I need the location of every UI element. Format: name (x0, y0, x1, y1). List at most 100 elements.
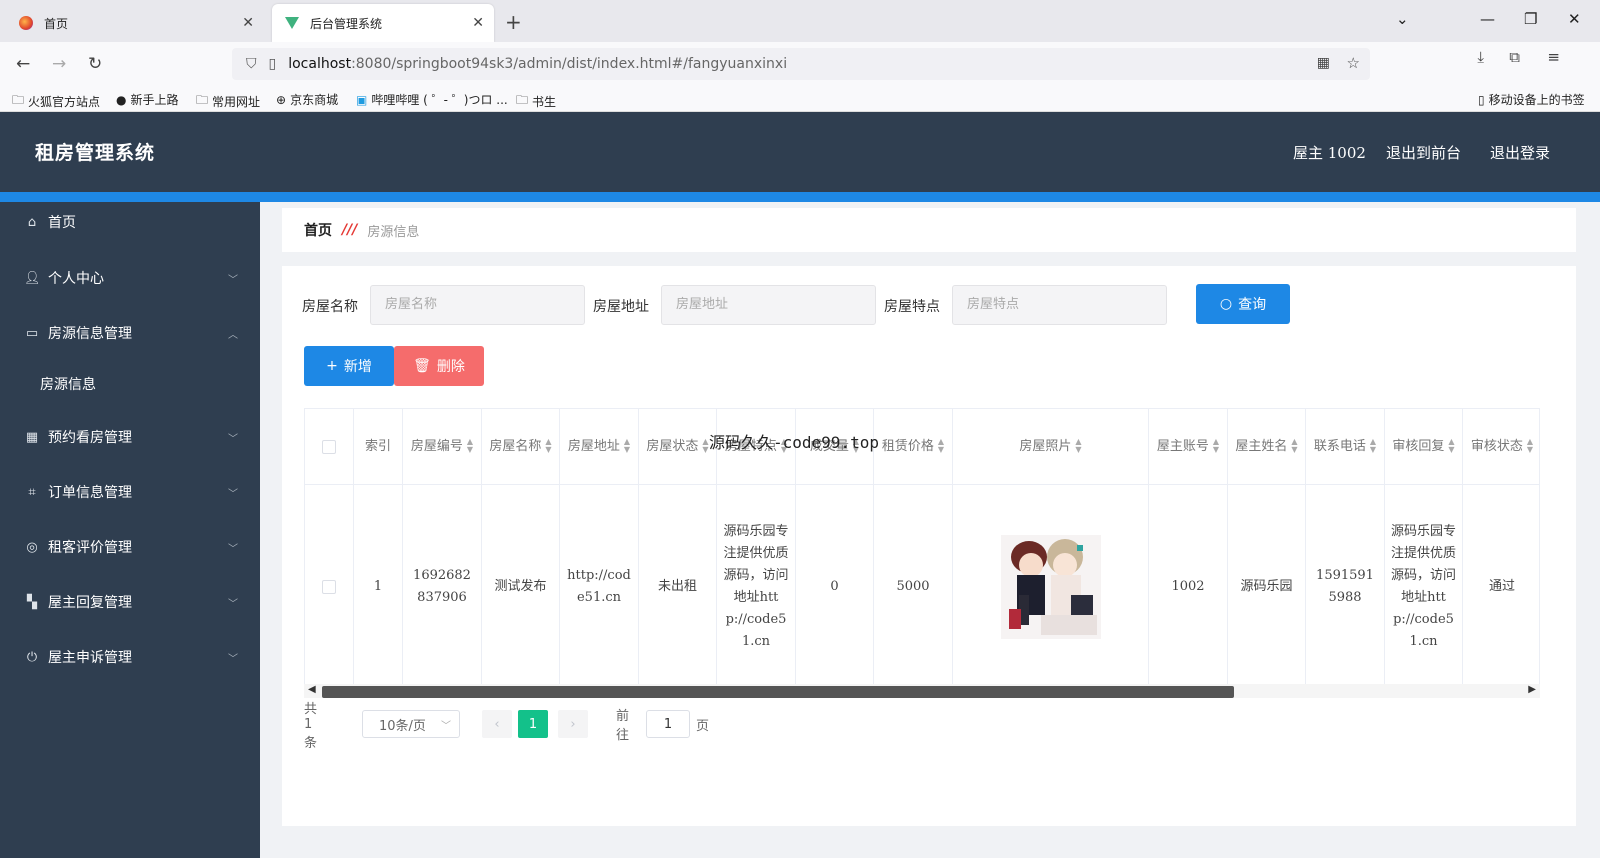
scroll-right-icon[interactable]: ▶ (1528, 684, 1536, 695)
chevron-down-icon: ﹀ (228, 653, 238, 665)
folder-icon: 🗀 (516, 93, 529, 107)
sidebar-item-house-info-management[interactable]: ▭ 房源信息管理 ︿ (0, 313, 260, 353)
browser-navbar: ← → ↻ ⛉ ▯ localhost :8080/springboot94sk… (0, 42, 1600, 86)
vue-icon (284, 15, 300, 31)
back-icon[interactable]: ← (16, 54, 30, 74)
menu-icon[interactable]: ≡ (1547, 48, 1560, 66)
exit-to-front-link[interactable]: 退出到前台 (1386, 142, 1461, 163)
table-cell-phone: 15915915988 (1306, 485, 1385, 687)
prev-page-button[interactable]: ‹ (482, 710, 512, 738)
sidebar-item-owner-replies[interactable]: ▚ 屋主回复管理 ﹀ (0, 582, 260, 622)
monitor-icon: ▭ (25, 325, 39, 341)
table-cell-house-name: 测试发布 (482, 485, 560, 687)
table-cell-review-status: 通过 (1463, 485, 1539, 687)
sort-icon: ▲ ▼ (545, 437, 552, 454)
download-icon[interactable]: ⤓ (1477, 48, 1484, 66)
firefox-icon: ● (116, 92, 127, 107)
folder-icon: 🗀 (196, 93, 209, 107)
column-header[interactable]: 房屋照片 ▲ ▼ (953, 409, 1149, 485)
bookmark-item[interactable]: ● 新手上路 (116, 91, 179, 108)
page-number-button[interactable]: 1 (518, 710, 548, 738)
browser-tabbar: 首页 ✕ 后台管理系统 ✕ + ⌄ — ❐ ✕ (0, 0, 1600, 42)
scroll-left-icon[interactable]: ◀ (308, 684, 316, 695)
chevron-left-icon: ‹ (494, 716, 500, 732)
logout-link[interactable]: 退出登录 (1490, 142, 1550, 163)
pagination-total: 共 1 条 (304, 701, 318, 751)
column-header[interactable]: 联系电话 ▲ ▼ (1306, 409, 1385, 485)
breadcrumb-current: 房源信息 (367, 224, 420, 240)
restore-icon[interactable]: ❐ (1524, 10, 1537, 28)
column-header[interactable]: 审核状态 ▲ ▼ (1463, 409, 1539, 485)
sort-icon: ▲ ▼ (702, 437, 709, 454)
select-all-checkbox[interactable] (322, 439, 336, 454)
house-name-input[interactable]: 房屋名称 (370, 285, 585, 325)
app-header: 租房管理系统 屋主 1002 退出到前台 退出登录 (0, 112, 1600, 192)
url-path: :8080/springboot94sk3/admin/dist/index.h… (351, 56, 788, 72)
search-icon: ○ (1219, 296, 1233, 312)
scrollbar-thumb[interactable] (322, 686, 1234, 698)
new-tab-icon[interactable]: + (505, 10, 522, 34)
bookmark-item[interactable]: 🗀 书生 (516, 91, 556, 112)
bookmark-item[interactable]: 🗀 火狐官方站点 (12, 91, 100, 112)
close-tab-icon[interactable]: ✕ (242, 15, 254, 31)
sidebar-item-tenant-reviews[interactable]: ◎ 租客评价管理 ﹀ (0, 527, 260, 567)
chevron-down-icon: ﹀ (228, 274, 238, 286)
sidebar-item-home[interactable]: ⌂ 首页 (0, 202, 260, 242)
column-header[interactable]: 房屋编号 ▲ ▼ (403, 409, 482, 485)
table-horizontal-scrollbar[interactable]: ◀ ▶ (304, 684, 1540, 698)
goto-page-input[interactable]: 1 (646, 710, 690, 738)
current-user: 屋主 1002 (1293, 144, 1366, 162)
forward-icon[interactable]: → (52, 54, 66, 74)
delete-button[interactable]: 🗑︎ 删除 (394, 346, 484, 386)
column-header[interactable]: 租赁价格 ▲ ▼ (874, 409, 953, 485)
sidebar-item-viewing-appointments[interactable]: ▦ 预约看房管理 ﹀ (0, 417, 260, 457)
house-address-input[interactable]: 房屋地址 (661, 285, 876, 325)
column-header[interactable]: 房屋地址 ▲ ▼ (560, 409, 639, 485)
next-page-button[interactable]: › (558, 710, 588, 738)
chevron-right-icon: › (570, 716, 576, 732)
folder-icon: 🗀 (12, 93, 25, 107)
house-address-label: 房屋地址 (593, 299, 649, 315)
plus-icon: + (326, 358, 338, 374)
page-size-select[interactable]: 10条/页 ﹀ (362, 710, 460, 738)
bookmark-item[interactable]: ⊕ 京东商城 (276, 91, 338, 108)
close-window-icon[interactable]: ✕ (1568, 10, 1581, 28)
browser-tab-admin[interactable]: 后台管理系统 ✕ (272, 4, 494, 42)
column-header[interactable]: 屋主姓名 ▲ ▼ (1228, 409, 1306, 485)
browser-tab-home[interactable]: 首页 ✕ (6, 4, 264, 42)
table-cell-status: 未出租 (639, 485, 717, 687)
sort-icon: ▲ ▼ (1291, 437, 1298, 454)
house-photo-thumbnail[interactable] (1000, 535, 1101, 639)
add-button[interactable]: + 新增 (304, 346, 394, 386)
row-checkbox[interactable] (322, 580, 336, 594)
sidebar-item-personal-center[interactable]: 👤︎ 个人中心 ﹀ (0, 258, 260, 298)
breadcrumb-home[interactable]: 首页 (304, 220, 332, 240)
sort-icon: ▲ ▼ (1212, 437, 1220, 454)
table-cell-features: 源码乐园专注提供优质源码，访问地址http://code51.cn (717, 485, 796, 687)
bookmark-item[interactable]: ▣ 哔哩哔哩 ( ゜- ゜)つロ ... (356, 91, 508, 108)
table-cell-address: http://code51.cn (560, 485, 639, 687)
minimize-icon[interactable]: — (1480, 10, 1495, 28)
star-icon[interactable]: ☆ (1347, 54, 1360, 72)
column-header[interactable]: 房屋名称 ▲ ▼ (482, 409, 560, 485)
bookmark-item[interactable]: 🗀 常用网址 (196, 91, 260, 112)
app-title: 租房管理系统 (35, 142, 156, 164)
column-header[interactable]: 屋主账号 ▲ ▼ (1149, 409, 1228, 485)
house-features-input[interactable]: 房屋特点 (952, 285, 1167, 325)
bookmark-mobile[interactable]: ▯ 移动设备上的书签 (1478, 91, 1585, 108)
main-content: 首页 /// 房源信息 房屋名称 房屋名称 房屋地址 房屋地址 房屋特点 房屋特… (260, 202, 1600, 858)
sidebar-item-orders[interactable]: ⌗ 订单信息管理 ﹀ (0, 472, 260, 512)
column-header[interactable]: 审核回复 ▲ ▼ (1385, 409, 1463, 485)
address-bar[interactable]: ⛉ ▯ localhost :8080/springboot94sk3/admi… (232, 48, 1370, 80)
sidebar-item-owner-appeals[interactable]: ⏻ 屋主申诉管理 ﹀ (0, 637, 260, 677)
extensions-icon[interactable]: ⧉ (1509, 48, 1520, 66)
qr-code-icon[interactable]: ▦ (1317, 55, 1330, 71)
globe-icon: ⊕ (276, 92, 287, 107)
query-button[interactable]: ○ 查询 (1196, 284, 1290, 324)
close-tab-icon[interactable]: ✕ (472, 15, 484, 31)
watermark-overlay: 源码久久-code99.top (709, 433, 879, 452)
column-header[interactable]: 房屋状态 ▲ ▼ (639, 409, 717, 485)
sidebar-subitem-house-info[interactable]: 房源信息 (0, 364, 260, 404)
reload-icon[interactable]: ↻ (88, 54, 102, 74)
tab-list-icon[interactable]: ⌄ (1396, 10, 1409, 28)
